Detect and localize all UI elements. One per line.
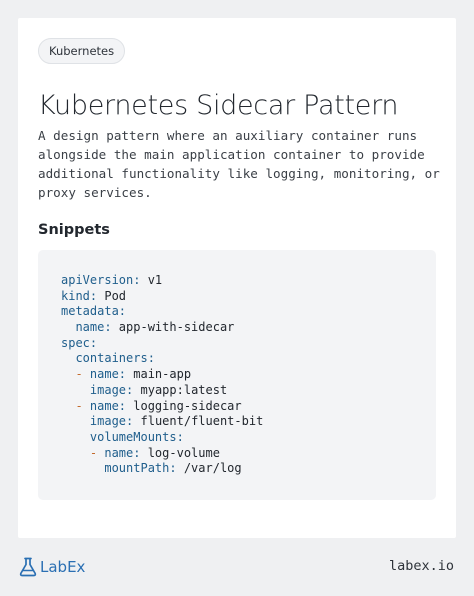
code-line: mountPath: /var/log bbox=[61, 461, 263, 477]
code-list-dash: - bbox=[75, 367, 90, 382]
code-line: containers: bbox=[61, 351, 263, 367]
code-line: name: app-with-sidecar bbox=[61, 320, 263, 336]
code-block: apiVersion: v1 kind: Pod metadata: name: a… bbox=[38, 250, 436, 500]
code-key: image: bbox=[89, 382, 134, 397]
code-line: image: myapp:latest bbox=[61, 383, 263, 399]
code-line: - name: log-volume bbox=[61, 446, 263, 462]
code-line: volumeMounts: bbox=[61, 430, 263, 446]
code-line: image: fluent/fluent-bit bbox=[61, 414, 263, 430]
page-title: Kubernetes Sidecar Pattern bbox=[38, 90, 399, 121]
code-key: image: bbox=[89, 414, 134, 429]
site-url[interactable]: labex.io bbox=[389, 558, 454, 574]
code-line: - name: logging-sidecar bbox=[61, 399, 263, 415]
snippet-card: Kubernetes Kubernetes Sidecar Pattern A … bbox=[18, 18, 456, 538]
code-value: main-app bbox=[126, 367, 192, 382]
code-value: Pod bbox=[97, 288, 127, 303]
flask-icon bbox=[19, 557, 37, 577]
code-value: log-volume bbox=[140, 445, 220, 460]
code-value: myapp:latest bbox=[133, 382, 228, 397]
category-tag[interactable]: Kubernetes bbox=[38, 38, 126, 64]
code-list-dash: - bbox=[89, 445, 105, 460]
code-value: /var/log bbox=[176, 461, 242, 476]
code-content: apiVersion: v1 kind: Pod metadata: name: a… bbox=[61, 273, 263, 477]
code-key: volumeMounts: bbox=[89, 429, 184, 444]
code-line: metadata: bbox=[61, 304, 263, 320]
code-key: mountPath: bbox=[104, 461, 177, 476]
code-line: - name: main-app bbox=[61, 367, 263, 383]
code-key: name: bbox=[89, 398, 127, 413]
code-key: spec: bbox=[61, 335, 98, 350]
code-key: apiVersion: bbox=[61, 273, 141, 287]
brand-name: LabEx bbox=[40, 558, 86, 576]
code-value: app-with-sidecar bbox=[111, 320, 235, 335]
labex-logo[interactable]: LabEx bbox=[19, 556, 85, 578]
snippets-heading: Snippets bbox=[38, 222, 110, 238]
code-key: name: bbox=[104, 445, 141, 460]
code-value: fluent/fluent-bit bbox=[133, 414, 264, 429]
code-line: spec: bbox=[61, 336, 263, 352]
code-key: containers: bbox=[75, 351, 155, 366]
code-key: name: bbox=[75, 320, 112, 335]
code-key: name: bbox=[89, 367, 127, 382]
code-value: v1 bbox=[140, 273, 163, 287]
code-value: logging-sidecar bbox=[126, 398, 242, 413]
code-list-dash: - bbox=[75, 398, 90, 413]
code-key: kind: bbox=[61, 288, 98, 303]
code-key: metadata: bbox=[61, 304, 127, 319]
code-line: apiVersion: v1 bbox=[61, 273, 263, 289]
description: A design pattern where an auxiliary cont… bbox=[38, 128, 440, 200]
code-line: kind: Pod bbox=[61, 289, 263, 305]
